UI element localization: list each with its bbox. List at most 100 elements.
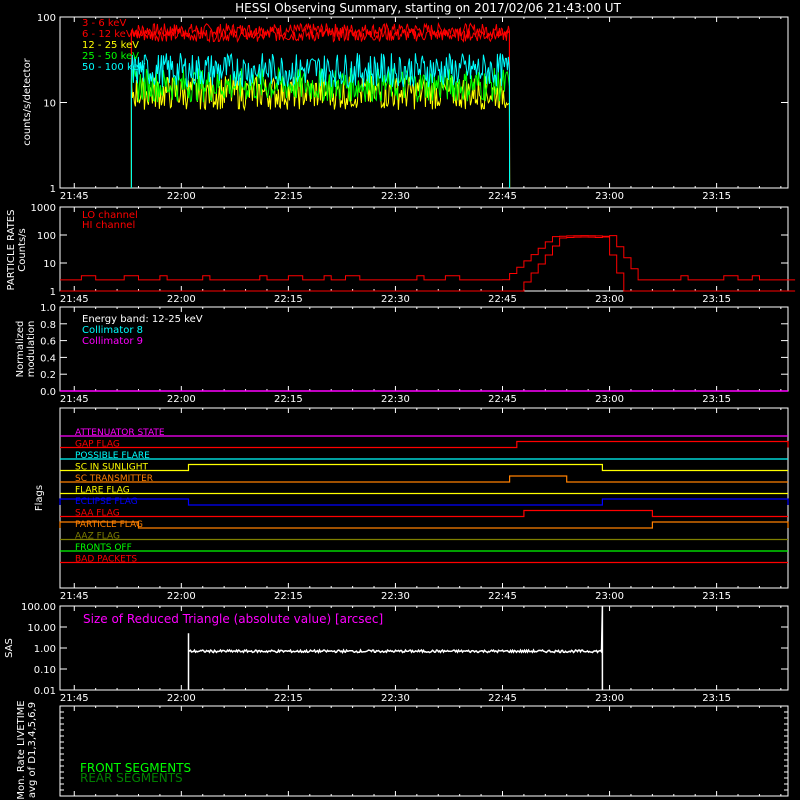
series-line xyxy=(130,26,511,189)
flag-trace xyxy=(60,440,789,449)
y-axis-label: counts/s/detector xyxy=(22,57,33,145)
x-tick-label: 22:45 xyxy=(488,394,517,405)
flag-trace xyxy=(60,463,788,472)
x-tick-label: 22:15 xyxy=(274,693,303,704)
x-tick-label: 22:15 xyxy=(274,591,303,602)
x-tick-label: 22:00 xyxy=(167,294,196,305)
y-tick-label: 100.00 xyxy=(21,602,56,613)
legend-entry: 6 - 12 keV xyxy=(82,29,133,40)
y-axis-label: SAS xyxy=(4,638,15,658)
series-line xyxy=(130,21,511,189)
flag-trace xyxy=(59,498,789,506)
y-tick-label: 100 xyxy=(37,231,56,242)
flag-trace xyxy=(59,521,789,529)
x-tick-label: 22:00 xyxy=(167,693,196,704)
panel-frame xyxy=(59,407,789,589)
energy-band-annotation: Energy band: 12-25 keV xyxy=(82,314,203,325)
x-tick-labels: 21:45 22:00 22:15 22:30 22:45 23:00 23:15 xyxy=(60,591,731,602)
flag-rows: ATTENUATOR STATEGAP FLAGPOSSIBLE FLARESC… xyxy=(59,428,789,565)
panel-sas: 0.01 0.10 1.00 10.00 100.00 Size of Reduced … xyxy=(4,602,789,704)
x-tick-labels: 21:45 22:00 22:15 22:30 22:45 23:00 23:15 xyxy=(60,693,731,704)
series-group xyxy=(60,235,796,292)
legend-rear-segments: REAR SEGMENTS xyxy=(80,771,183,785)
x-tick-label: 21:45 xyxy=(60,191,89,202)
x-tick-label: 21:45 xyxy=(60,693,89,704)
legend: Collimator 8Collimator 9 xyxy=(82,325,143,347)
x-tick-label: 22:15 xyxy=(274,294,303,305)
y-tick-label: 1 xyxy=(50,287,56,298)
flag-trace xyxy=(60,475,788,483)
y-tick-label: 10 xyxy=(43,259,56,270)
x-tick-label: 22:15 xyxy=(274,394,303,405)
figure-title: HESSI Observing Summary, starting on 201… xyxy=(235,1,621,15)
legend-entry: 12 - 25 keV xyxy=(82,40,139,51)
y-axis-label: Mon. Rate LIVETIME xyxy=(16,700,27,799)
x-tick-label: 22:30 xyxy=(381,591,410,602)
y-axis-label: Normalized xyxy=(15,321,26,378)
y-tick-label: 0.6 xyxy=(40,337,56,348)
y-axis-label-2: avg of D1,3,4,5,6,9 xyxy=(27,702,38,798)
x-tick-label: 22:45 xyxy=(488,294,517,305)
series-group xyxy=(130,21,511,189)
x-tick-label: 22:00 xyxy=(167,191,196,202)
panel-livetime: Mon. Rate LIVETIME avg of D1,3,4,5,6,9 F… xyxy=(16,700,789,800)
panel-modulation: 0.0 0.2 0.4 0.6 0.8 1.0 Energy band: 12-25 ke… xyxy=(15,303,789,405)
x-tick-label: 21:45 xyxy=(60,394,89,405)
x-tick-label: 22:30 xyxy=(381,191,410,202)
y-tick-label: 1.00 xyxy=(34,644,56,655)
x-tick-label: 22:00 xyxy=(167,394,196,405)
x-tick-label: 22:45 xyxy=(488,693,517,704)
x-axis-ticks xyxy=(73,17,782,188)
x-tick-labels: 21:45 22:00 22:15 22:30 22:45 23:00 23:15 xyxy=(60,191,731,202)
x-tick-label: 23:00 xyxy=(595,591,624,602)
y-tick-label: 0.01 xyxy=(34,686,56,697)
legend-entry: 3 - 6 keV xyxy=(82,18,126,29)
legend: LO channelHI channel xyxy=(82,210,138,231)
y-tick-label: 10 xyxy=(43,99,56,110)
y-tick-label: 0.0 xyxy=(40,387,56,398)
x-tick-label: 23:15 xyxy=(702,693,731,704)
y-axis-ticks: 1 10 100 1000 xyxy=(31,203,788,298)
x-tick-label: 22:45 xyxy=(488,191,517,202)
x-tick-label: 21:45 xyxy=(60,294,89,305)
x-tick-label: 23:00 xyxy=(595,394,624,405)
y-axis-label: PARTICLE RATES xyxy=(6,210,17,291)
panel-flags: ATTENUATOR STATEGAP FLAGPOSSIBLE FLARESC… xyxy=(34,407,789,602)
x-tick-label: 23:15 xyxy=(702,294,731,305)
y-tick-label: 1 xyxy=(50,184,56,195)
x-tick-label: 23:00 xyxy=(595,191,624,202)
x-tick-label: 23:15 xyxy=(702,394,731,405)
x-tick-label: 22:30 xyxy=(381,394,410,405)
y-axis-ticks: 1 10 100 xyxy=(37,13,788,195)
x-tick-label: 22:45 xyxy=(488,591,517,602)
y-tick-label: 1.0 xyxy=(40,303,56,314)
x-tick-labels: 21:45 22:00 22:15 22:30 22:45 23:00 23:15 xyxy=(60,294,731,305)
x-axis-ticks xyxy=(73,207,782,291)
y-axis-label-2: Counts/s xyxy=(17,228,28,272)
y-tick-label: 0.10 xyxy=(34,665,56,676)
legend-entry: Collimator 9 xyxy=(82,336,143,347)
sas-annotation: Size of Reduced Triangle (absolute value… xyxy=(83,612,383,626)
legend-entry: 50 - 100 keV xyxy=(82,62,146,73)
x-tick-label: 22:15 xyxy=(274,191,303,202)
legend: 3 - 6 keV6 - 12 keV12 - 25 keV25 - 50 ke… xyxy=(82,18,146,73)
y-tick-label: 0.4 xyxy=(40,353,56,364)
y-axis-label-2: modulation xyxy=(26,321,37,378)
y-tick-label: 1000 xyxy=(31,203,56,214)
legend-entry: Collimator 8 xyxy=(82,325,143,336)
y-tick-label: 10.00 xyxy=(27,623,56,634)
y-tick-label: 0.2 xyxy=(40,370,56,381)
x-tick-labels: 21:45 22:00 22:15 22:30 22:45 23:00 23:15 xyxy=(60,394,731,405)
observing-summary-figure: HESSI Observing Summary, starting on 201… xyxy=(4,1,796,800)
x-tick-label: 23:15 xyxy=(702,191,731,202)
x-tick-label: 22:00 xyxy=(167,591,196,602)
y-axis-label: Flags xyxy=(34,485,45,511)
y-tick-label: 100 xyxy=(37,13,56,24)
panel-particle-rates: 1 10 100 1000 LO channelHI channel PARTICLE… xyxy=(6,203,796,305)
x-tick-label: 22:30 xyxy=(381,294,410,305)
x-tick-label: 23:15 xyxy=(702,591,731,602)
flag-trace xyxy=(60,509,788,518)
legend-entry: 25 - 50 keV xyxy=(82,51,139,62)
x-tick-label: 23:00 xyxy=(595,294,624,305)
x-tick-label: 22:30 xyxy=(381,693,410,704)
